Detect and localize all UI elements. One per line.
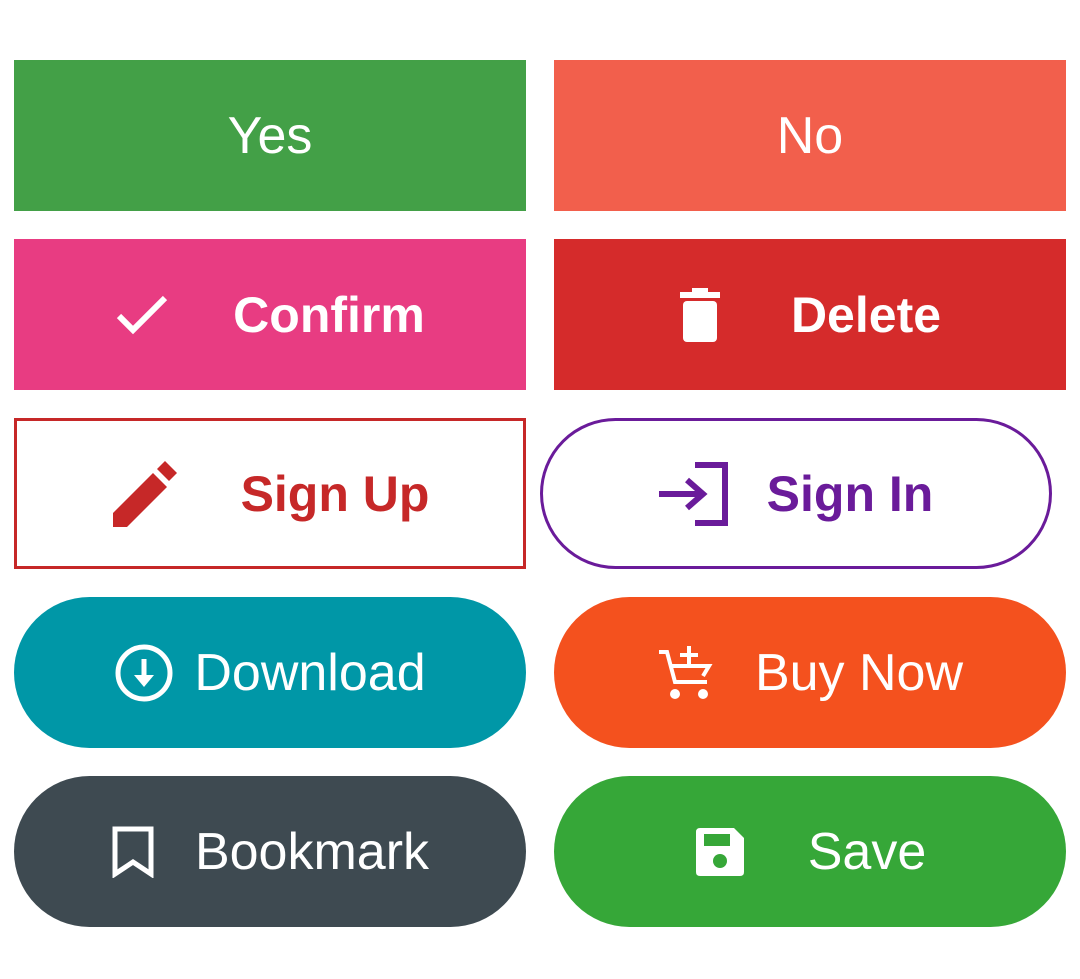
floppy-disk-icon [694, 826, 746, 878]
download-button-label: Download [194, 643, 426, 702]
check-icon [115, 294, 169, 336]
save-button-label: Save [807, 822, 927, 881]
trash-icon [679, 287, 721, 342]
save-button[interactable]: Save [554, 776, 1066, 927]
yes-button-label: Yes [227, 106, 313, 165]
pencil-icon [111, 460, 177, 527]
delete-button-label: Delete [790, 286, 942, 343]
buy-now-button[interactable]: Buy Now [554, 597, 1066, 748]
confirm-button[interactable]: Confirm [14, 239, 526, 390]
no-button[interactable]: No [554, 60, 1066, 211]
download-button[interactable]: Download [14, 597, 526, 748]
add-to-cart-icon [657, 644, 715, 702]
confirm-button-label: Confirm [233, 286, 425, 343]
sign-in-button[interactable]: Sign In [540, 418, 1052, 569]
sign-up-button[interactable]: Sign Up [14, 418, 526, 569]
sign-up-button-label: Sign Up [240, 465, 430, 522]
bookmark-button-label: Bookmark [194, 822, 430, 881]
bookmark-icon [111, 826, 155, 878]
download-circle-icon [114, 643, 174, 703]
sign-in-button-label: Sign In [766, 465, 934, 522]
login-icon [658, 461, 731, 526]
delete-button[interactable]: Delete [554, 239, 1066, 390]
yes-button[interactable]: Yes [14, 60, 526, 211]
no-button-label: No [776, 106, 844, 165]
buy-now-button-label: Buy Now [754, 643, 964, 702]
bookmark-button[interactable]: Bookmark [14, 776, 526, 927]
